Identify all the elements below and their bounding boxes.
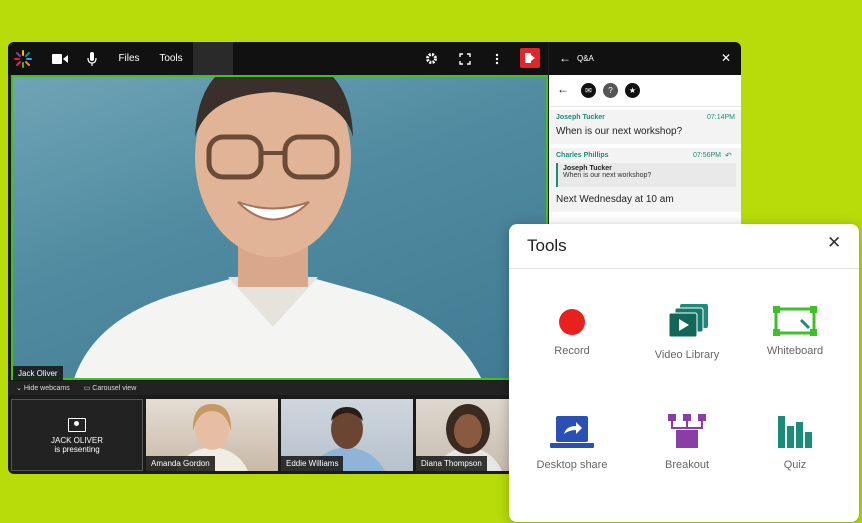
- participant-tile[interactable]: Amanda Gordon: [146, 399, 278, 471]
- record-label: Record: [554, 345, 590, 357]
- camera-icon[interactable]: [46, 42, 74, 75]
- video-library-label: Video Library: [654, 349, 720, 361]
- message-text: When is our next workshop?: [556, 126, 683, 137]
- tools-menu[interactable]: Tools: [154, 42, 188, 75]
- participant-name: Eddie Williams: [281, 456, 344, 471]
- qa-header: ← Q&A ✕: [549, 42, 741, 75]
- hide-webcams-toggle[interactable]: ⌄ Hide webcams: [16, 384, 70, 392]
- microphone-icon[interactable]: [80, 42, 104, 75]
- breakout-tool[interactable]: Breakout: [632, 414, 742, 471]
- quiz-bar-icon: [778, 416, 812, 448]
- record-icon: [559, 309, 585, 335]
- quoted-author: Joseph Tucker: [563, 165, 612, 172]
- star-icon[interactable]: ★: [625, 83, 640, 98]
- speaker-name-tag: Jack Oliver: [13, 366, 63, 381]
- whiteboard-tool[interactable]: Whiteboard: [740, 306, 850, 357]
- message-icon[interactable]: ✉: [581, 83, 596, 98]
- reply-icon[interactable]: ↶: [725, 151, 732, 160]
- quiz-tool[interactable]: Quiz: [740, 414, 850, 471]
- top-toolbar: Files Tools: [8, 42, 548, 75]
- presenter-name: JACK OLIVER: [50, 436, 103, 445]
- question-icon[interactable]: ?: [603, 83, 618, 98]
- back-arrow-icon[interactable]: ←: [559, 51, 571, 65]
- whiteboard-icon: [773, 306, 817, 336]
- qa-title: Q&A: [577, 54, 594, 63]
- close-icon[interactable]: ✕: [721, 51, 731, 65]
- video-library-tool[interactable]: Video Library: [632, 304, 742, 361]
- hide-webcams-label: Hide webcams: [23, 385, 70, 392]
- desktop-share-label: Desktop share: [536, 459, 608, 471]
- breakout-label: Breakout: [664, 459, 710, 471]
- presenter-status: is presenting: [54, 445, 100, 454]
- whiteboard-label: Whiteboard: [766, 345, 824, 357]
- qa-toolbar: ← ✉ ? ★: [549, 75, 741, 107]
- tools-title: Tools: [527, 236, 567, 255]
- qa-message: Charles Phillips 07:56PM ↶ Joseph Tucker…: [549, 148, 741, 212]
- message-author: Charles Phillips: [556, 152, 609, 159]
- settings-gear-icon[interactable]: [420, 42, 442, 75]
- back-arrow-icon[interactable]: ←: [557, 82, 569, 96]
- active-tab[interactable]: [193, 42, 233, 75]
- presenter-screen-icon: [68, 418, 86, 432]
- presenter-tile: JACK OLIVER is presenting: [11, 399, 143, 471]
- message-author: Joseph Tucker: [556, 114, 605, 121]
- app-logo-icon: [8, 42, 38, 75]
- fullscreen-icon[interactable]: [454, 42, 476, 75]
- message-time: 07:14PM: [707, 114, 736, 121]
- desktop-share-icon: [550, 416, 594, 448]
- divider: [509, 268, 859, 269]
- video-library-icon: [668, 304, 708, 338]
- close-icon[interactable]: ✕: [827, 233, 841, 253]
- quiz-label: Quiz: [783, 459, 807, 471]
- quoted-text: When is our next workshop?: [563, 172, 652, 179]
- participant-name: Amanda Gordon: [146, 456, 215, 471]
- desktop-share-tool[interactable]: Desktop share: [517, 416, 627, 471]
- files-menu[interactable]: Files: [114, 42, 144, 75]
- message-text: Next Wednesday at 10 am: [556, 194, 674, 205]
- message-time: 07:56PM: [693, 152, 722, 159]
- participant-name: Diana Thompson: [416, 456, 487, 471]
- breakout-icon: [668, 414, 706, 448]
- quoted-message: Joseph Tucker When is our next workshop?: [556, 163, 736, 187]
- participant-tile[interactable]: Diana Thompson: [416, 399, 516, 471]
- leave-session-icon[interactable]: [520, 48, 540, 68]
- tools-panel: Tools ✕ Record Video Library Whiteboard …: [509, 224, 859, 522]
- main-speaker-video: [11, 75, 548, 380]
- more-options-icon[interactable]: [488, 42, 506, 75]
- carousel-view-label: Carousel view: [92, 385, 137, 392]
- record-tool[interactable]: Record: [517, 308, 627, 357]
- qa-message: Joseph Tucker 07:14PM When is our next w…: [549, 110, 741, 144]
- participant-tile[interactable]: Eddie Williams: [281, 399, 413, 471]
- webcam-strip-bar: ⌄ Hide webcams ▭ Carousel view: [8, 381, 548, 395]
- speaker-portrait: [74, 77, 481, 378]
- carousel-view-toggle[interactable]: ▭ Carousel view: [84, 384, 137, 392]
- qa-panel: ← Q&A ✕ ← ✉ ? ★ Joseph Tucker 07:14PM Wh…: [549, 42, 741, 242]
